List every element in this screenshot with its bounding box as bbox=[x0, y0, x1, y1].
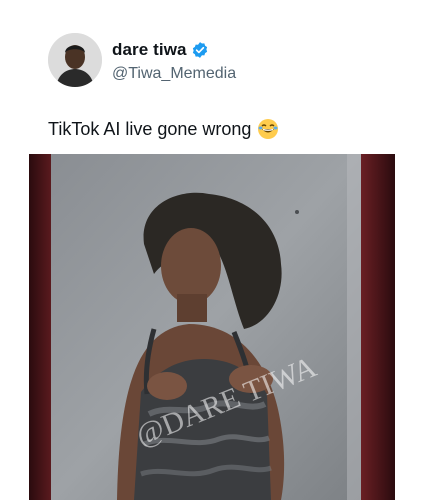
video-frame: @DARE TIWA bbox=[29, 154, 395, 500]
tweet-text-content: TikTok AI live gone wrong bbox=[48, 118, 252, 139]
display-name-row: dare tiwa bbox=[112, 38, 236, 62]
tweet-video[interactable]: @DARE TIWA bbox=[29, 154, 395, 500]
avatar-photo bbox=[48, 33, 102, 87]
author-names: dare tiwa @Tiwa_Memedia bbox=[112, 38, 236, 83]
verified-badge-icon bbox=[191, 41, 209, 59]
laughing-emoji-icon bbox=[257, 118, 279, 140]
tweet-text: TikTok AI live gone wrong bbox=[48, 118, 279, 140]
author-avatar[interactable] bbox=[48, 33, 102, 87]
author-handle[interactable]: @Tiwa_Memedia bbox=[112, 65, 236, 83]
tweet-header: dare tiwa @Tiwa_Memedia bbox=[48, 32, 236, 88]
author-display-name[interactable]: dare tiwa bbox=[112, 40, 187, 60]
